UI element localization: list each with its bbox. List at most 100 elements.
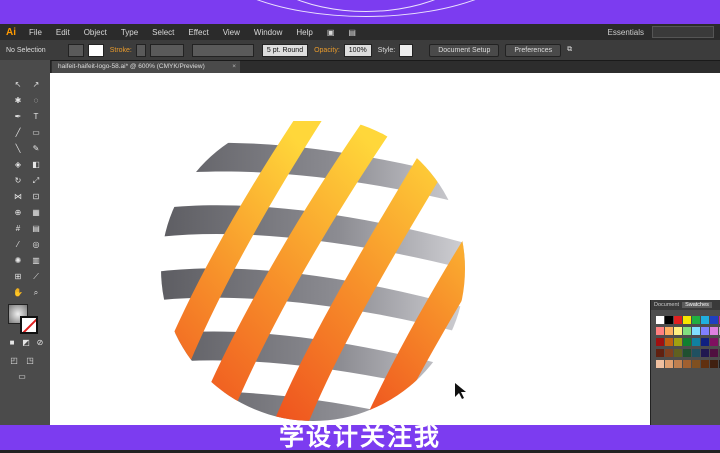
swatch[interactable]	[683, 316, 691, 324]
opacity-label[interactable]: Opacity:	[314, 47, 340, 54]
zoom-tool-icon[interactable]: ⌕	[30, 288, 42, 298]
lasso-icon[interactable]: ◌	[30, 96, 42, 106]
width-tool-icon[interactable]: ⋈	[12, 192, 24, 202]
screen-mode-icon[interactable]: ▭	[16, 372, 28, 382]
swatch[interactable]	[701, 316, 709, 324]
swatch[interactable]	[665, 316, 673, 324]
swatch[interactable]	[665, 338, 673, 346]
pen-tool-icon[interactable]: ✒	[12, 112, 24, 122]
rectangle-tool-icon[interactable]: ▭	[30, 128, 42, 138]
swatch[interactable]	[674, 349, 682, 357]
draw-mode-icon[interactable]: ◰	[8, 356, 20, 366]
symbol-sprayer-icon[interactable]: ✺	[12, 256, 24, 266]
gradient-mode-icon[interactable]: ◩	[20, 338, 32, 348]
stroke-weight-field[interactable]	[149, 43, 184, 57]
swatch[interactable]	[674, 360, 682, 368]
type-tool-icon[interactable]: T	[30, 112, 42, 122]
mesh-tool-icon[interactable]: #	[12, 224, 24, 234]
stroke-label[interactable]: Stroke:	[110, 47, 132, 54]
menu-view[interactable]: View	[216, 28, 247, 37]
swatch[interactable]	[674, 327, 682, 335]
swatch[interactable]	[656, 327, 664, 335]
tab-swatches[interactable]: Swatches	[682, 302, 712, 308]
gradient-tool-icon[interactable]: ▤	[30, 224, 42, 234]
swatch[interactable]	[710, 316, 718, 324]
swatch[interactable]	[656, 349, 664, 357]
eraser-icon[interactable]: ◧	[30, 160, 42, 170]
bridge-icon[interactable]: ▣	[320, 28, 342, 37]
perspective-grid-icon[interactable]: ▦	[30, 208, 42, 218]
slice-tool-icon[interactable]: ⟋	[30, 272, 42, 282]
swatch[interactable]	[701, 338, 709, 346]
selection-tool-icon[interactable]: ↖	[12, 80, 24, 90]
swatch[interactable]	[665, 349, 673, 357]
swatch[interactable]	[710, 349, 718, 357]
swatch[interactable]	[656, 316, 664, 324]
menu-select[interactable]: Select	[145, 28, 181, 37]
globe-logo-artwork[interactable]	[150, 121, 530, 421]
free-transform-icon[interactable]: ⊡	[30, 192, 42, 202]
swatch[interactable]	[683, 360, 691, 368]
preferences-button[interactable]: Preferences	[505, 43, 562, 57]
menu-file[interactable]: File	[22, 28, 49, 37]
swatch[interactable]	[692, 316, 700, 324]
magic-wand-icon[interactable]: ✱	[12, 96, 24, 106]
swatch[interactable]	[710, 327, 718, 335]
menu-window[interactable]: Window	[247, 28, 289, 37]
artboard-tool-icon[interactable]: ⊞	[12, 272, 24, 282]
blob-brush-icon[interactable]: ◈	[12, 160, 24, 170]
direct-selection-tool-icon[interactable]: ↗	[30, 80, 42, 90]
swatch[interactable]	[683, 338, 691, 346]
stroke-stepper[interactable]	[135, 43, 146, 57]
swatch[interactable]	[674, 316, 682, 324]
fill-swatch[interactable]	[67, 43, 84, 57]
variable-width-profile[interactable]	[191, 43, 254, 57]
swatch[interactable]	[683, 349, 691, 357]
style-swatch[interactable]	[399, 43, 414, 57]
swatch[interactable]	[656, 338, 664, 346]
swatch[interactable]	[701, 360, 709, 368]
column-graph-icon[interactable]: ▥	[30, 256, 42, 266]
pencil-icon[interactable]: ✎	[30, 144, 42, 154]
swatch[interactable]	[665, 360, 673, 368]
swatch[interactable]	[692, 349, 700, 357]
opacity-field[interactable]: 100%	[343, 43, 372, 57]
stroke-color-icon[interactable]	[20, 316, 38, 334]
draw-inside-icon[interactable]: ◳	[24, 356, 36, 366]
swatch[interactable]	[701, 327, 709, 335]
swatch[interactable]	[692, 338, 700, 346]
menu-object[interactable]: Object	[77, 28, 114, 37]
brush-definition[interactable]: 5 pt. Round	[261, 43, 309, 57]
menu-effect[interactable]: Effect	[181, 28, 215, 37]
document-tab[interactable]: haifeit-haifeit-logo-58.ai* @ 600% (CMYK…	[52, 61, 240, 73]
close-icon[interactable]: ×	[232, 61, 236, 73]
hand-tool-icon[interactable]: ✋	[12, 288, 24, 298]
swatch[interactable]	[656, 360, 664, 368]
eyedropper-icon[interactable]: ⁄	[12, 240, 24, 250]
color-mode-icon[interactable]: ■	[6, 338, 18, 348]
tab-document[interactable]: Document	[651, 302, 682, 308]
swatch[interactable]	[710, 360, 718, 368]
swatch[interactable]	[665, 327, 673, 335]
blend-tool-icon[interactable]: ◎	[30, 240, 42, 250]
swatch[interactable]	[692, 327, 700, 335]
scale-tool-icon[interactable]: ⤢	[30, 176, 42, 186]
arrange-icon[interactable]: ▤	[341, 28, 363, 37]
line-tool-icon[interactable]: ╱	[12, 128, 24, 138]
swatch[interactable]	[701, 349, 709, 357]
paintbrush-icon[interactable]: ╲	[12, 144, 24, 154]
none-mode-icon[interactable]: ⊘	[34, 338, 46, 348]
rotate-tool-icon[interactable]: ↻	[12, 176, 24, 186]
menu-help[interactable]: Help	[289, 28, 319, 37]
swatch[interactable]	[692, 360, 700, 368]
menu-type[interactable]: Type	[114, 28, 145, 37]
swatch[interactable]	[674, 338, 682, 346]
swatch[interactable]	[710, 338, 718, 346]
arrange-documents-icon[interactable]: ⧉	[567, 46, 572, 54]
swatch[interactable]	[683, 327, 691, 335]
search-field[interactable]	[652, 26, 714, 38]
shape-builder-icon[interactable]: ⊕	[12, 208, 24, 218]
workspace-switcher[interactable]: Essentials	[600, 28, 652, 37]
artboard-canvas[interactable]	[50, 73, 720, 425]
stroke-swatch[interactable]	[87, 43, 104, 57]
